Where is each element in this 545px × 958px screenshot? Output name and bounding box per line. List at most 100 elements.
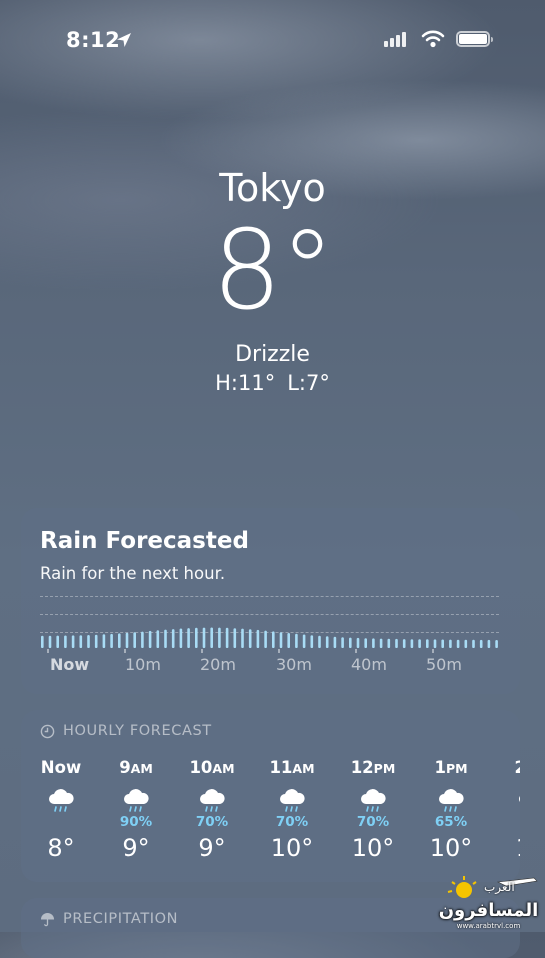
precip-chance: 70% <box>275 814 309 830</box>
hour-time: 2 <box>514 758 520 777</box>
intensity-bar <box>79 635 83 648</box>
intensity-bar <box>402 639 406 648</box>
battery-tip <box>491 37 493 42</box>
intensity-bar <box>64 635 67 648</box>
intensity-bar <box>372 638 375 648</box>
intensity-bar <box>110 633 113 648</box>
hour-label: 11AM <box>252 758 332 780</box>
hour-suffix: PM <box>373 761 396 776</box>
intensity-bar <box>164 629 167 648</box>
low-temp: L:7° <box>287 371 330 395</box>
hourly-item: 11AM 70% 10° <box>252 758 332 862</box>
cloud-drizzle-icon <box>172 788 252 814</box>
intensity-bar <box>479 639 483 648</box>
hour-time: 1 <box>434 758 446 777</box>
intensity-bar <box>71 635 75 648</box>
intensity-bar <box>210 627 213 648</box>
hourly-list[interactable]: Now 8° 9AM 90% 9° 10AM 70% 9° 11AM 70% 10° 12PM 70% 1… <box>21 758 520 878</box>
tick-label: 20m <box>200 655 236 674</box>
hour-temperature: 10° <box>270 834 314 862</box>
intensity-bar <box>364 638 367 648</box>
hour-label: Now <box>21 758 101 780</box>
intensity-bar <box>125 632 129 648</box>
hourly-header-label: HOURLY FORECAST <box>63 723 212 739</box>
hourly-item: 2PM 60 10 <box>491 758 520 862</box>
watermark-top-text: العرب <box>484 880 515 894</box>
hour-suffix: PM <box>445 761 468 776</box>
hourly-item: 9AM 90% 9° <box>96 758 176 862</box>
intensity-bar <box>56 635 59 648</box>
intensity-bar <box>133 632 136 648</box>
intensity-bar <box>156 630 160 648</box>
precip-chance: 90% <box>119 814 153 830</box>
intensity-bar <box>341 637 344 648</box>
intensity-bar <box>333 636 337 648</box>
intensity-bar <box>395 638 398 648</box>
current-temperature: 8° <box>212 206 335 334</box>
cloud-drizzle-icon <box>21 788 101 814</box>
intensity-bar <box>225 627 229 648</box>
intensity-bar <box>387 638 391 648</box>
hour-temperature: 8° <box>47 834 75 862</box>
tick-label: 50m <box>426 655 462 674</box>
intensity-bar <box>379 638 383 648</box>
hour-time: 12 <box>350 758 374 777</box>
intensity-bar <box>472 639 475 648</box>
rain-card-subtitle: Rain for the next hour. <box>40 564 226 583</box>
intensity-bar <box>141 631 144 648</box>
intensity-bar <box>487 639 491 648</box>
precipitation-header-label: PRECIPITATION <box>63 911 179 927</box>
hour-suffix: AM <box>292 761 315 776</box>
intensity-bar <box>187 628 190 648</box>
intensity-bar <box>287 633 290 648</box>
hour-temperature: 10 <box>491 834 520 862</box>
rain-forecast-card[interactable]: Rain Forecasted Rain for the next hour. … <box>21 508 520 694</box>
intensity-bar <box>94 634 98 648</box>
intensity-bar <box>449 639 452 648</box>
clock-icon <box>40 724 55 738</box>
hour-label: 10AM <box>172 758 252 780</box>
time-axis: Now 10m 20m 30m 40m 50m <box>40 655 500 679</box>
hourly-item: 10AM 70% 9° <box>172 758 252 862</box>
intensity-bar <box>218 627 221 648</box>
intensity-bar <box>256 629 260 648</box>
intensity-bar <box>171 629 175 648</box>
intensity-bar <box>87 635 90 648</box>
intensity-bar <box>48 635 52 648</box>
intensity-bar <box>264 630 267 648</box>
intensity-bar <box>179 628 183 648</box>
high-temp: H:11° <box>215 371 276 395</box>
precip-chance: 65% <box>434 814 468 830</box>
tick-label: Now <box>50 655 90 674</box>
hourly-item: 1PM 65% 10° <box>411 758 491 862</box>
intensity-bar <box>441 639 444 648</box>
hour-time: Now <box>40 758 82 777</box>
intensity-bar <box>410 639 414 648</box>
grid-line <box>40 596 499 597</box>
tick-label: 30m <box>276 655 312 674</box>
hour-temperature: 10° <box>429 834 473 862</box>
intensity-bar <box>279 632 283 648</box>
wifi-icon <box>421 30 445 48</box>
status-time: 8:12 <box>66 28 121 52</box>
hour-label: 2PM <box>491 758 520 780</box>
intensity-bar <box>272 631 275 648</box>
cloud-drizzle-icon <box>491 788 520 814</box>
intensity-bar <box>295 633 298 648</box>
intensity-bar <box>426 639 429 648</box>
tick-label: 10m <box>125 655 161 674</box>
cloud-drizzle-icon <box>96 788 176 814</box>
cloud-drizzle-icon <box>411 788 491 814</box>
hour-label: 12PM <box>333 758 413 780</box>
hour-temperature: 10° <box>351 834 395 862</box>
hourly-header: HOURLY FORECAST <box>40 723 212 739</box>
intensity-bar <box>495 640 498 648</box>
hour-temperature: 9° <box>198 834 226 862</box>
hourly-forecast-card[interactable]: HOURLY FORECAST Now 8° 9AM 90% 9° 10AM 70% 9° 11… <box>21 710 520 882</box>
cloud-drizzle-icon <box>333 788 413 814</box>
hour-time: 11 <box>269 758 293 777</box>
hour-time: 9 <box>119 758 131 777</box>
watermark-main-text: المسافرون <box>438 900 539 921</box>
intensity-bar <box>202 627 206 648</box>
intensity-bar <box>241 628 244 648</box>
